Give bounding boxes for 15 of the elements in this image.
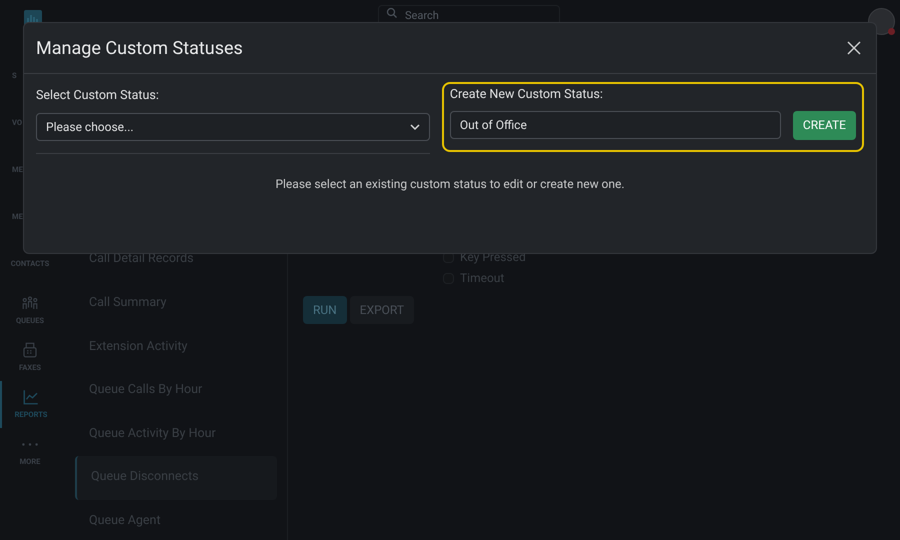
select-label: Select Custom Status: <box>36 87 160 105</box>
more-icon <box>22 442 38 446</box>
close-icon <box>847 41 861 55</box>
export-button[interactable]: EXPORT <box>350 296 414 324</box>
fax-icon <box>21 341 39 360</box>
create-button[interactable]: CREATE <box>792 110 856 140</box>
info-message: Please select an existing custom status to edit or create new one. <box>275 176 625 194</box>
create-label: Create New Custom Status: <box>450 86 604 104</box>
chevron-icon <box>410 122 420 132</box>
status-name-field[interactable]: Out of Office <box>450 111 781 140</box>
status-select[interactable]: Please choose... <box>36 112 430 141</box>
search-icon <box>386 7 398 19</box>
modal-title: Manage Custom Statuses <box>36 36 243 60</box>
run-button[interactable]: RUN <box>303 296 347 324</box>
chart-icon <box>22 388 40 406</box>
